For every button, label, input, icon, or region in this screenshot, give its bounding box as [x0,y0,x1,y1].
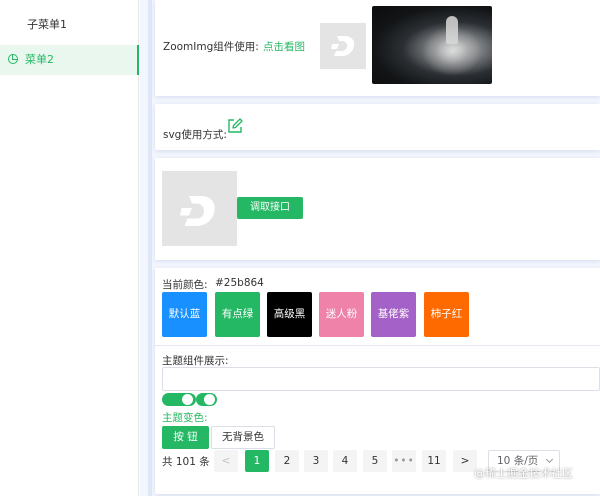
fetch-api-button[interactable]: 调取接口 [237,197,303,219]
plain-button[interactable]: 无背景色 [211,426,275,449]
zoom-photo[interactable] [372,6,492,84]
switch-knob [204,394,215,405]
toggle-switch-on[interactable] [162,393,196,406]
divider [155,345,600,346]
logo-image [162,171,237,246]
pagination-page-4[interactable]: 4 [333,450,357,472]
photo-figure [446,16,458,44]
sidebar: 子菜单1 菜单2 [0,0,139,496]
color-button-purple[interactable]: 基佬紫 [371,292,416,337]
zoomimg-label: ZoomImg组件使用: [163,41,259,53]
logo-icon [180,196,215,226]
sidebar-item-label: 子菜单1 [27,18,67,31]
sidebar-item-menu-2[interactable]: 菜单2 [0,45,139,75]
watermark: @稀土掘金技术社区 [474,467,573,480]
logo-icon [331,36,355,56]
sidebar-item-submenu-1[interactable]: 子菜单1 [0,10,139,40]
pagination-page-5[interactable]: 5 [363,450,387,472]
pagination-more[interactable]: ••• [392,450,416,472]
svg-usage-label: svg使用方式: [163,129,227,141]
color-button-blue[interactable]: 默认蓝 [162,292,207,337]
primary-button[interactable]: 按 钮 [162,426,209,449]
logo-thumbnail[interactable] [320,23,366,69]
edit-icon[interactable] [227,118,243,134]
color-button-orange[interactable]: 柿子红 [424,292,469,337]
divider [148,0,152,496]
color-button-black[interactable]: 高级黑 [267,292,312,337]
chevron-down-icon [545,455,554,464]
theme-change-label: 主题变色: [162,412,208,424]
menu-icon [8,54,18,64]
pagination-page-last[interactable]: 11 [422,450,446,472]
view-image-link[interactable]: 点击看图 [263,39,305,54]
color-button-pink[interactable]: 迷人粉 [319,292,364,337]
current-color-value: #25b864 [215,277,264,289]
current-color-label: 当前颜色: [162,279,208,291]
pagination-page-2[interactable]: 2 [275,450,299,472]
pagination-page-1[interactable]: 1 [245,450,269,472]
switch-knob [182,394,193,405]
theme-text-input[interactable] [162,367,600,391]
pagination-prev-button[interactable]: < [214,450,238,472]
theme-component-label: 主题组件展示: [162,355,229,367]
pagination-total: 共 101 条 [162,456,210,468]
pagination-page-3[interactable]: 3 [304,450,328,472]
color-button-green[interactable]: 有点绿 [215,292,260,337]
sidebar-item-label: 菜单2 [25,53,54,66]
toggle-switch-secondary[interactable] [196,393,217,406]
